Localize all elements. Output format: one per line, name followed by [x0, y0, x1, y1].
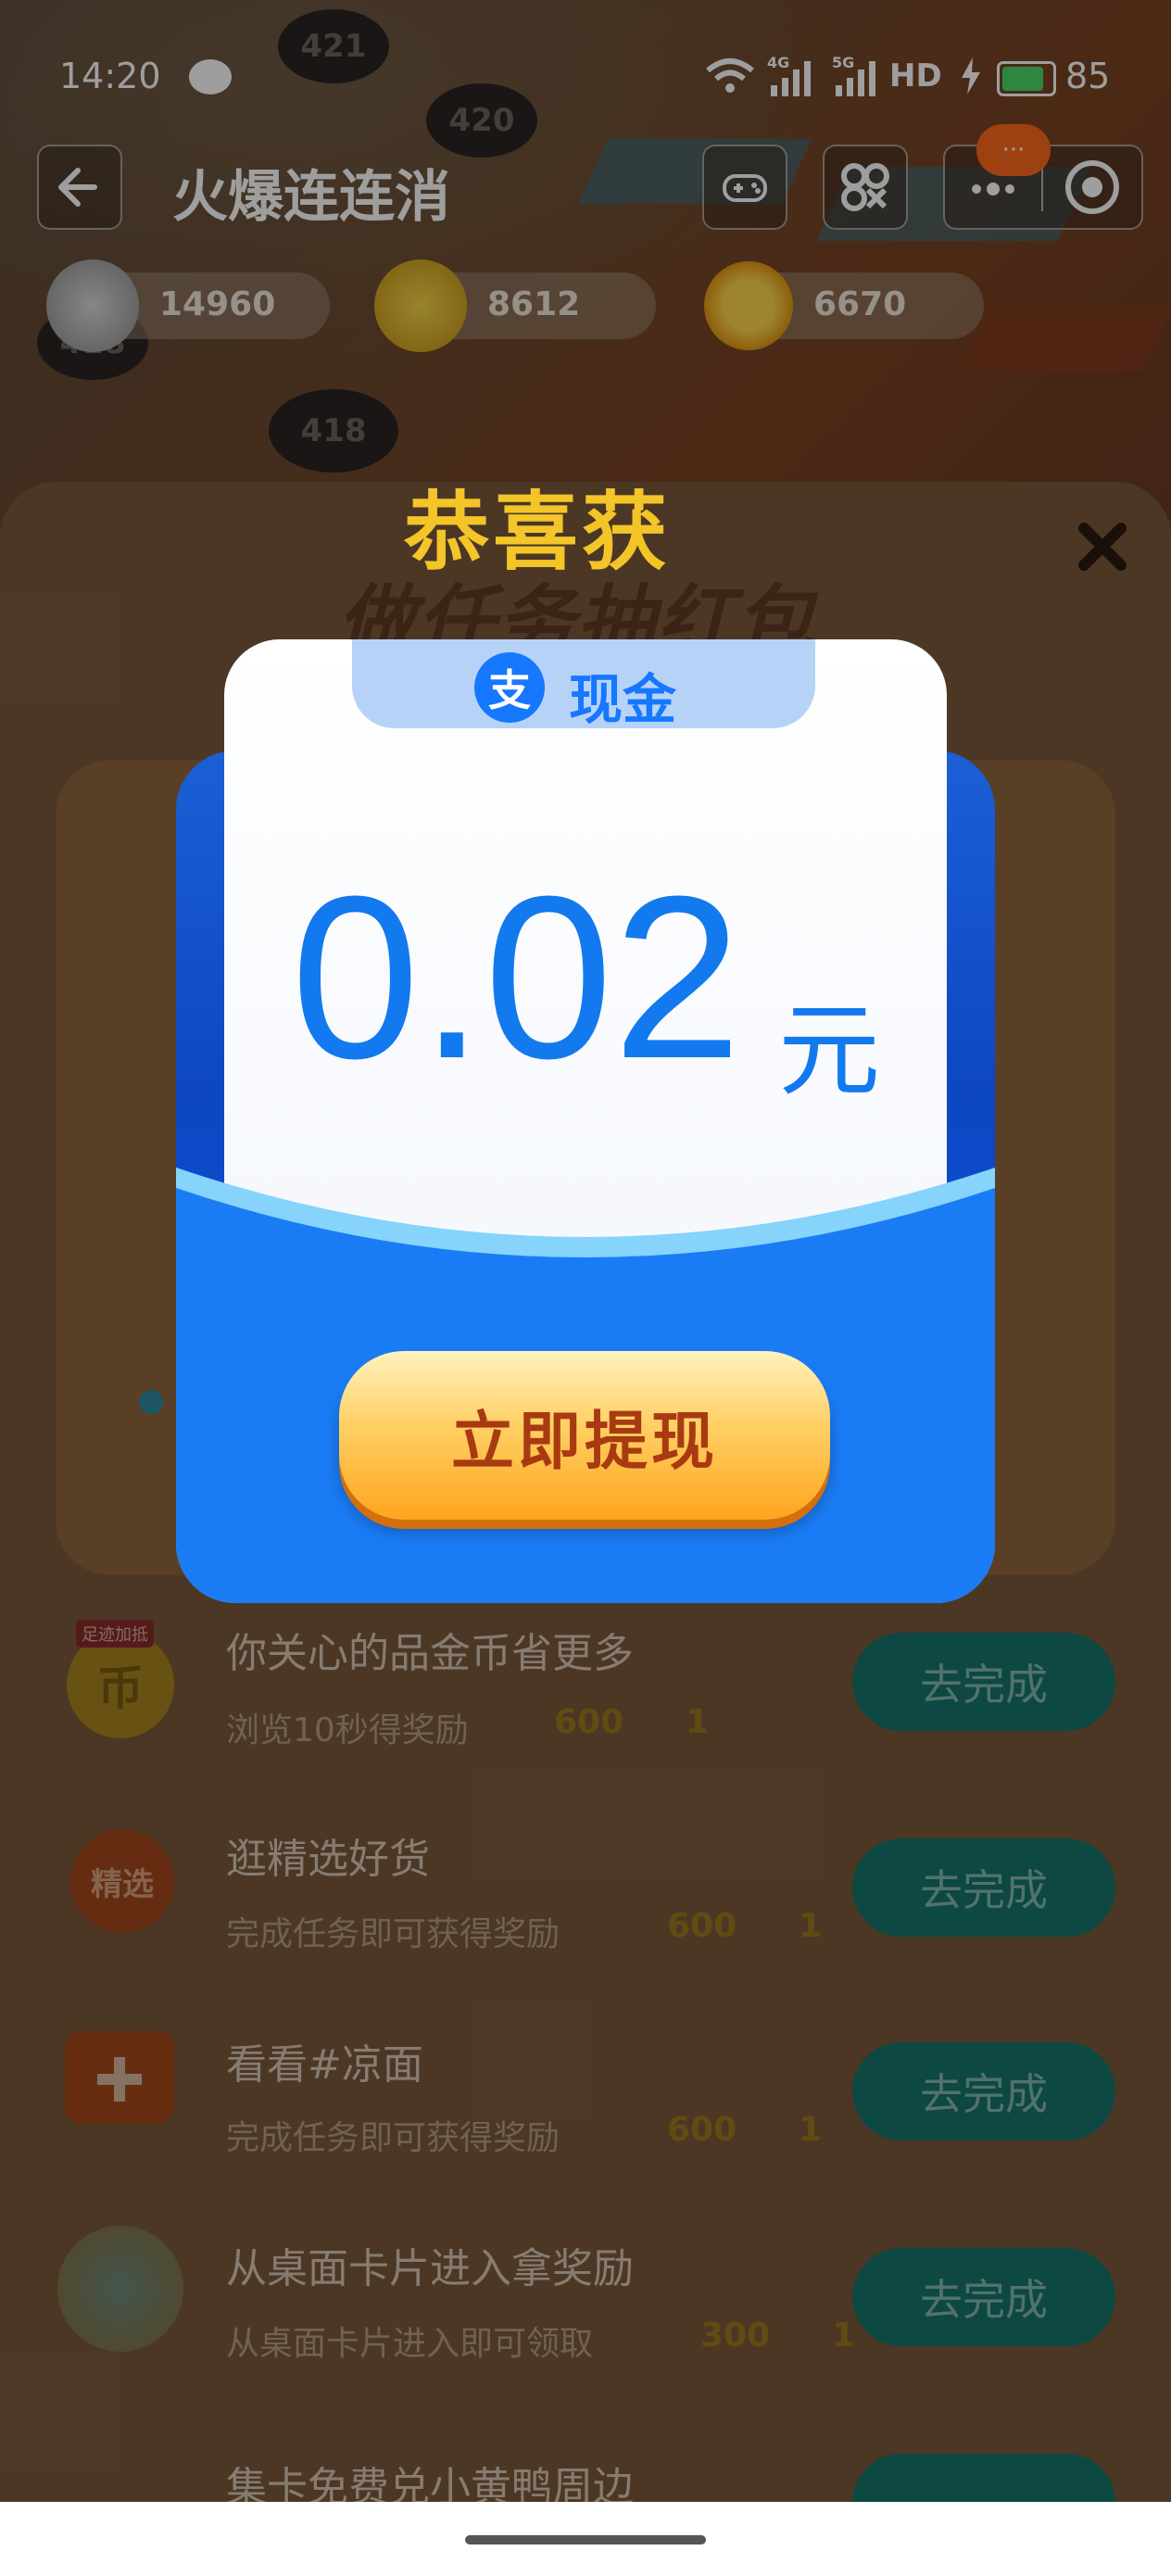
- alipay-icon: 支: [474, 652, 545, 723]
- withdraw-button[interactable]: 立即提现: [339, 1351, 830, 1520]
- cash-amount: 0.02: [291, 848, 742, 1106]
- home-indicator[interactable]: [465, 2535, 706, 2544]
- voucher-tab: 支 现金: [352, 639, 815, 731]
- bottom-bar: [0, 2502, 1171, 2576]
- voucher-tab-label: 现金: [569, 668, 677, 731]
- cash-unit: 元: [778, 991, 880, 1110]
